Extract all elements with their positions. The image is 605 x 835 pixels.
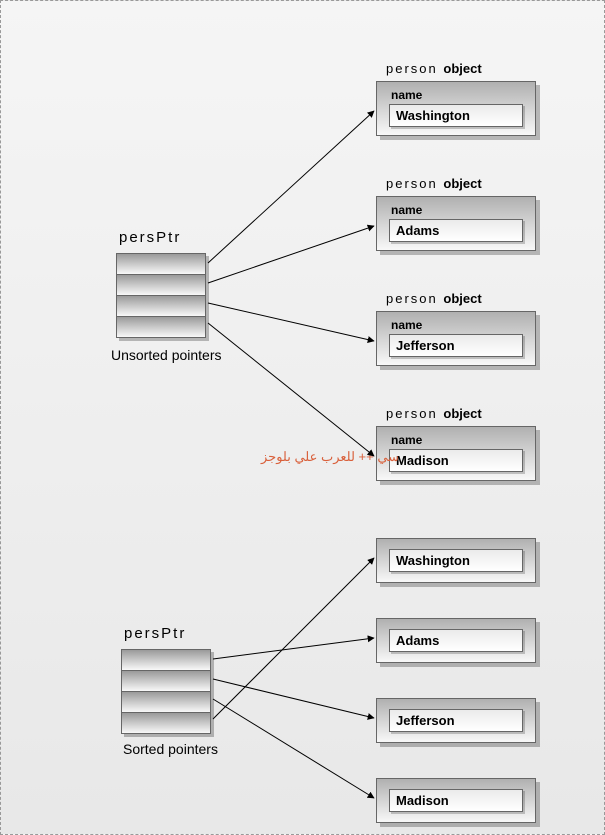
person-object-box: name Adams bbox=[376, 196, 536, 251]
person-object-box: name Jefferson bbox=[376, 311, 536, 366]
label-prefix: person bbox=[386, 291, 438, 306]
name-value: Washington bbox=[389, 549, 523, 572]
person-object-box: name Madison bbox=[376, 426, 536, 481]
pointer-cell bbox=[116, 316, 206, 338]
unsorted-persptr-label: persPtr bbox=[119, 229, 181, 246]
pointer-cell bbox=[116, 274, 206, 295]
sorted-caption: Sorted pointers bbox=[123, 741, 218, 757]
sorted-object-box: Adams bbox=[376, 618, 536, 663]
pointer-cell bbox=[121, 691, 211, 712]
pointer-cell bbox=[116, 253, 206, 274]
person-object-label: person object bbox=[386, 176, 482, 191]
name-value: Washington bbox=[389, 104, 523, 127]
name-label: name bbox=[391, 203, 527, 217]
pointer-cell bbox=[121, 649, 211, 670]
unsorted-caption: Unsorted pointers bbox=[111, 347, 222, 363]
sorted-object-box: Jefferson bbox=[376, 698, 536, 743]
person-object-box: name Washington bbox=[376, 81, 536, 136]
diagram-canvas: persPtr Unsorted pointers person object … bbox=[0, 0, 605, 835]
name-label: name bbox=[391, 433, 527, 447]
person-object-label: person object bbox=[386, 61, 482, 76]
name-value: Jefferson bbox=[389, 334, 523, 357]
label-prefix: person bbox=[386, 61, 438, 76]
name-label: name bbox=[391, 318, 527, 332]
pointer-cell bbox=[116, 295, 206, 316]
label-prefix: person bbox=[386, 406, 438, 421]
name-value: Adams bbox=[389, 629, 523, 652]
sorted-object-box: Madison bbox=[376, 778, 536, 823]
unsorted-pointer-array bbox=[116, 253, 206, 338]
name-value: Madison bbox=[389, 789, 523, 812]
person-object-label: person object bbox=[386, 406, 482, 421]
pointer-cell bbox=[121, 670, 211, 691]
label-suffix: object bbox=[443, 61, 481, 76]
label-suffix: object bbox=[443, 176, 481, 191]
name-value: Jefferson bbox=[389, 709, 523, 732]
label-prefix: person bbox=[386, 176, 438, 191]
name-label: name bbox=[391, 88, 527, 102]
watermark-text: سي ++ للعرب علي بلوجز bbox=[261, 449, 399, 465]
pointer-cell bbox=[121, 712, 211, 734]
label-suffix: object bbox=[443, 406, 481, 421]
sorted-object-box: Washington bbox=[376, 538, 536, 583]
label-suffix: object bbox=[443, 291, 481, 306]
name-value: Madison bbox=[389, 449, 523, 472]
sorted-persptr-label: persPtr bbox=[124, 625, 186, 642]
sorted-pointer-array bbox=[121, 649, 211, 734]
name-value: Adams bbox=[389, 219, 523, 242]
person-object-label: person object bbox=[386, 291, 482, 306]
